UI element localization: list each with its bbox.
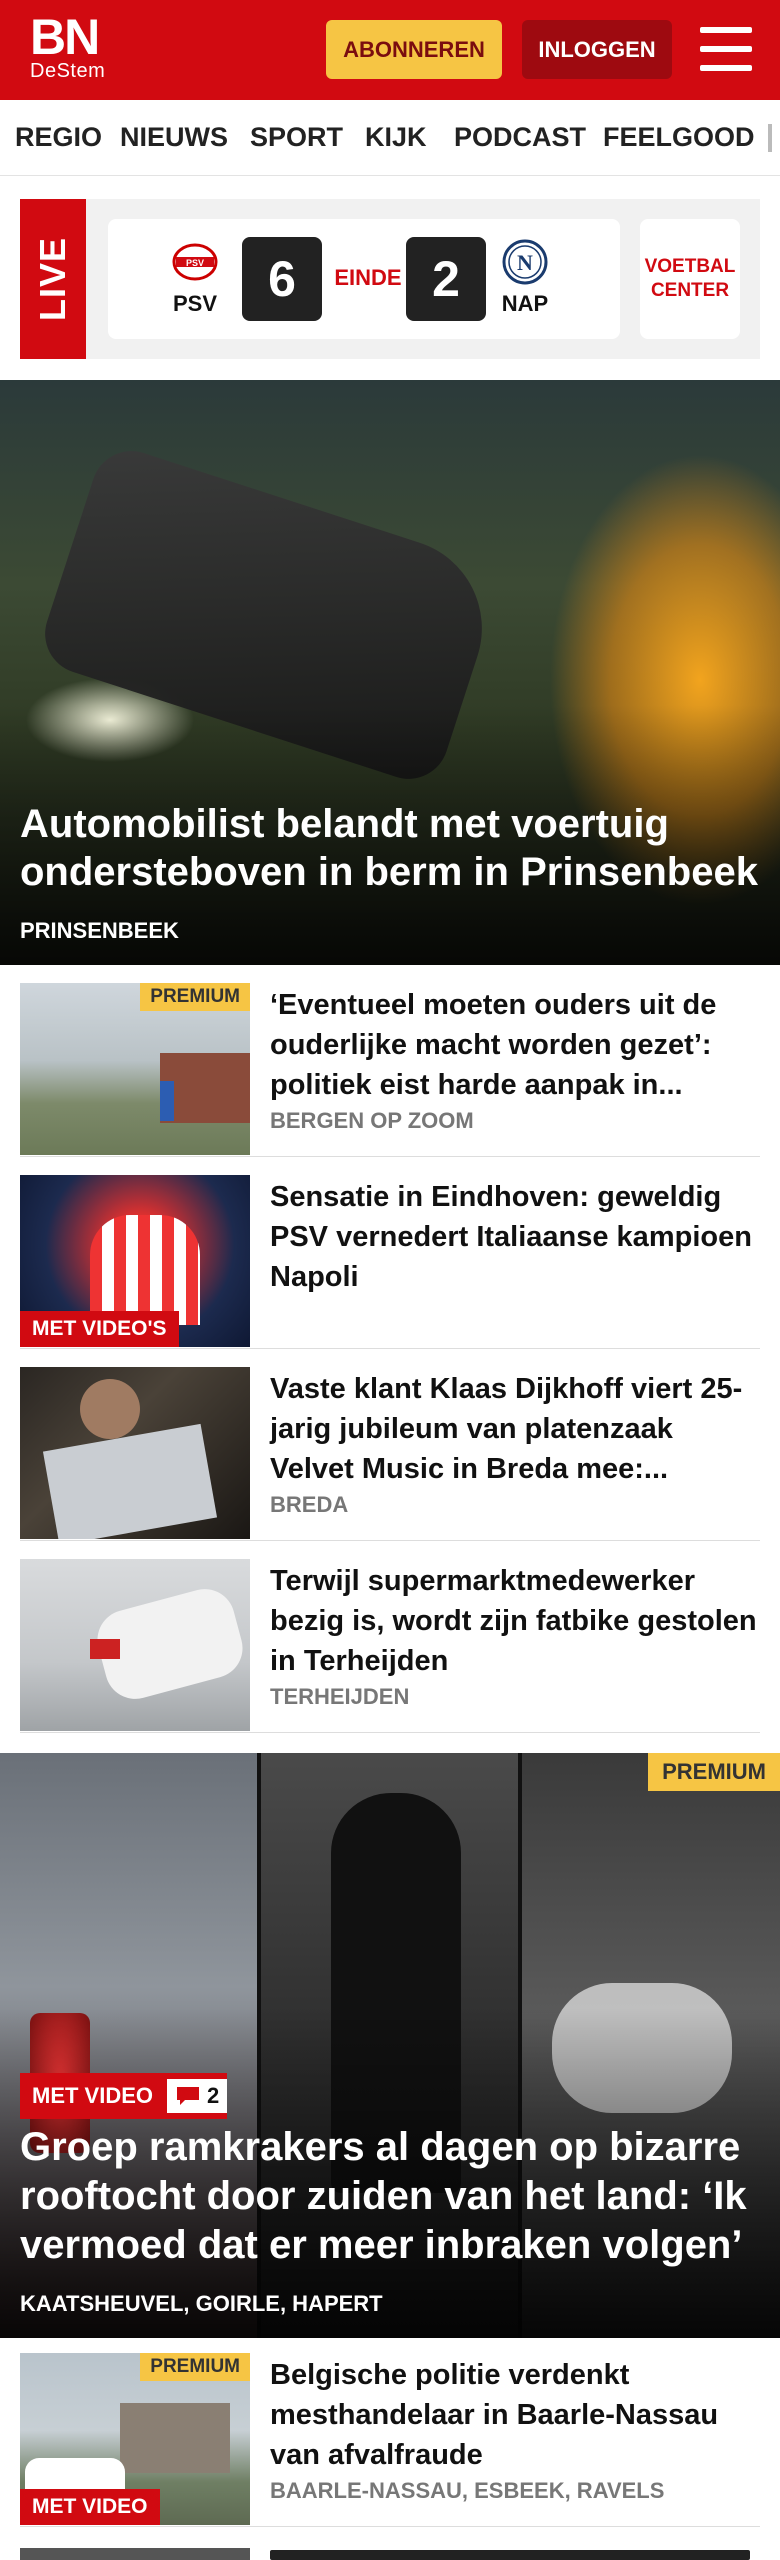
article-title[interactable]: Belgische politie verdenkt mesthandelaar… bbox=[270, 2355, 760, 2475]
article-thumbnail bbox=[20, 1367, 250, 1539]
thumb-record-sleeve bbox=[42, 1423, 218, 1539]
away-score: 2 bbox=[406, 237, 486, 321]
nav-item-podcast[interactable]: PODCAST bbox=[454, 122, 586, 153]
article-thumbnail: PREMIUM MET VIDEO bbox=[20, 2353, 250, 2525]
premium-badge: PREMIUM bbox=[140, 983, 250, 1011]
premium-badge: PREMIUM bbox=[140, 2353, 250, 2381]
logo-sub-text: DeStem bbox=[30, 60, 106, 82]
site-header: BN DeStem ABONNEREN INLOGGEN bbox=[0, 0, 780, 100]
thumb-person bbox=[80, 1379, 140, 1439]
match-status: EINDE bbox=[334, 265, 402, 290]
match-score-card[interactable]: PSV PSV 6 EINDE 2 N NAP bbox=[108, 219, 620, 339]
article-location: BERGEN OP ZOOM bbox=[270, 1108, 474, 1133]
featured-video-title[interactable]: Groep ramkrakers al dagen op bizarre roo… bbox=[20, 2123, 770, 2270]
subscribe-button[interactable]: ABONNEREN bbox=[326, 20, 502, 79]
nav-overflow-indicator bbox=[768, 124, 772, 152]
comment-count[interactable]: 2 bbox=[167, 2079, 228, 2113]
video-badge: MET VIDEO bbox=[20, 2489, 160, 2525]
list-item[interactable]: MET VIDEO'S Sensatie in Eindhoven: gewel… bbox=[20, 1157, 760, 1349]
thumb-taillight bbox=[90, 1639, 120, 1659]
live-label-text: LIVE bbox=[32, 236, 73, 322]
article-title[interactable]: Sensatie in Eindhoven: geweldig PSV vern… bbox=[270, 1177, 760, 1297]
hamburger-menu-icon[interactable] bbox=[700, 27, 752, 71]
article-location: BREDA bbox=[270, 1492, 349, 1517]
section-nav: REGIO NIEUWS SPORT KIJK PODCAST FEELGOOD bbox=[0, 100, 780, 176]
next-title-peek bbox=[270, 2550, 750, 2560]
article-title[interactable]: Terwijl supermarktmedewerker bezig is, w… bbox=[270, 1561, 760, 1681]
list-item[interactable]: PREMIUM MET VIDEO Belgische politie verd… bbox=[20, 2335, 760, 2527]
nav-item-regio[interactable]: REGIO bbox=[15, 122, 102, 153]
login-button[interactable]: INLOGGEN bbox=[522, 20, 672, 79]
article-location: BAARLE-NASSAU, ESBEEK, RAVELS bbox=[270, 2478, 665, 2503]
voetbal-center-link[interactable]: VOETBAL CENTER bbox=[640, 219, 740, 339]
list-item[interactable]: Vaste klant Klaas Dijkhoff viert 25-jari… bbox=[20, 1349, 760, 1541]
psv-crest-icon: PSV bbox=[172, 239, 218, 285]
site-logo[interactable]: BN DeStem bbox=[30, 9, 106, 82]
comment-count-number: 2 bbox=[207, 2083, 220, 2108]
article-thumbnail bbox=[20, 1559, 250, 1731]
thumb-house bbox=[120, 2403, 230, 2473]
svg-text:N: N bbox=[517, 250, 533, 275]
comment-icon bbox=[177, 2087, 200, 2105]
hero-article[interactable]: Automobilist belandt met voertuig onders… bbox=[0, 380, 780, 965]
article-thumbnail: PREMIUM bbox=[20, 983, 250, 1155]
away-team: N NAP bbox=[490, 239, 560, 317]
home-team: PSV PSV bbox=[160, 239, 230, 317]
video-badge-label: MET VIDEO bbox=[32, 2083, 154, 2108]
article-thumbnail: MET VIDEO'S bbox=[20, 1175, 250, 1347]
featured-video-article[interactable]: PREMIUM MET VIDEO 2 Groep ramkrakers al … bbox=[0, 1753, 780, 2338]
home-team-name: PSV bbox=[172, 291, 218, 316]
list-item[interactable]: PREMIUM ‘Eventueel moeten ouders uit de … bbox=[20, 965, 760, 1157]
logo-main-text: BN bbox=[30, 9, 100, 65]
napoli-crest-icon: N bbox=[502, 239, 548, 285]
live-score-widget[interactable]: LIVE PSV PSV 6 EINDE 2 N NAP VOETBAL CEN… bbox=[20, 199, 760, 359]
nav-item-nieuws[interactable]: NIEUWS bbox=[120, 122, 228, 153]
home-score: 6 bbox=[242, 237, 322, 321]
article-title[interactable]: Vaste klant Klaas Dijkhoff viert 25-jari… bbox=[270, 1369, 760, 1489]
premium-badge: PREMIUM bbox=[648, 1753, 780, 1791]
article-title[interactable]: ‘Eventueel moeten ouders uit de ouderlij… bbox=[270, 985, 760, 1105]
next-item-peek bbox=[20, 2548, 760, 2560]
next-thumbnail-peek bbox=[20, 2548, 250, 2560]
article-location: TERHEIJDEN bbox=[270, 1684, 410, 1709]
away-team-name: NAP bbox=[501, 291, 549, 316]
hero-title[interactable]: Automobilist belandt met voertuig onders… bbox=[20, 800, 765, 896]
thumb-player bbox=[90, 1215, 200, 1325]
nav-item-sport[interactable]: SPORT bbox=[250, 122, 343, 153]
svg-text:PSV: PSV bbox=[186, 258, 204, 268]
thumb-sign bbox=[160, 1081, 174, 1121]
video-badge: MET VIDEO'S bbox=[20, 1311, 179, 1347]
featured-video-location: KAATSHEUVEL, GOIRLE, HAPERT bbox=[20, 2291, 383, 2316]
hero-location: PRINSENBEEK bbox=[20, 918, 179, 943]
video-badge: MET VIDEO 2 bbox=[20, 2073, 228, 2119]
list-item[interactable]: Terwijl supermarktmedewerker bezig is, w… bbox=[20, 1541, 760, 1733]
nav-item-feelgood[interactable]: FEELGOOD bbox=[603, 122, 755, 153]
nav-item-kijk[interactable]: KIJK bbox=[365, 122, 427, 153]
live-label: LIVE bbox=[20, 199, 86, 359]
